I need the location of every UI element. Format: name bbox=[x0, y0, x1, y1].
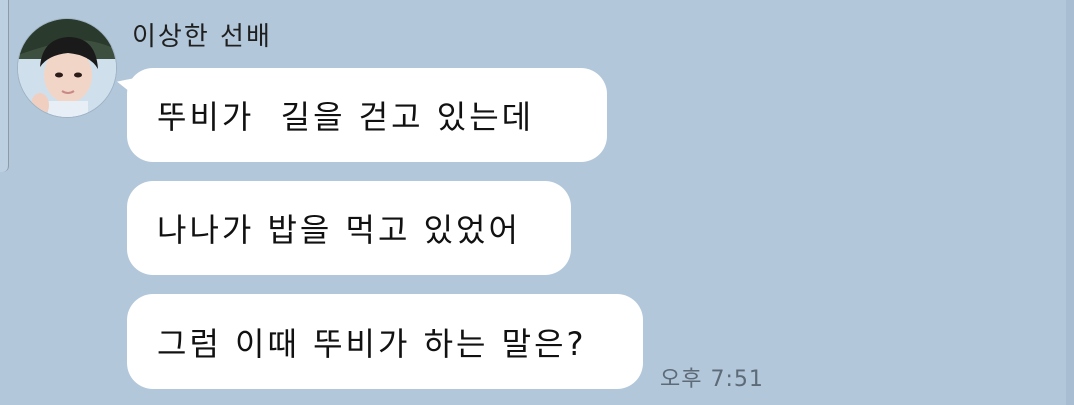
panel-edge bbox=[0, 0, 9, 172]
message-bubble[interactable]: 뚜비가 길을 걷고 있는데 bbox=[127, 68, 607, 162]
sender-name[interactable]: 이상한 선배 bbox=[132, 16, 272, 53]
message-timestamp: 오후 7:51 bbox=[660, 367, 764, 392]
profile-photo-icon bbox=[18, 19, 116, 117]
message-bubble[interactable]: 그럼 이때 뚜비가 하는 말은? bbox=[127, 294, 643, 389]
message-text: 나나가 밥을 먹고 있었어 bbox=[157, 211, 521, 249]
avatar[interactable] bbox=[17, 18, 117, 118]
message-text: 뚜비가 길을 걷고 있는데 bbox=[157, 98, 535, 136]
scrollbar-track[interactable] bbox=[1066, 0, 1074, 405]
message-text: 그럼 이때 뚜비가 하는 말은? bbox=[157, 324, 587, 363]
message-bubble[interactable]: 나나가 밥을 먹고 있었어 bbox=[127, 181, 571, 275]
